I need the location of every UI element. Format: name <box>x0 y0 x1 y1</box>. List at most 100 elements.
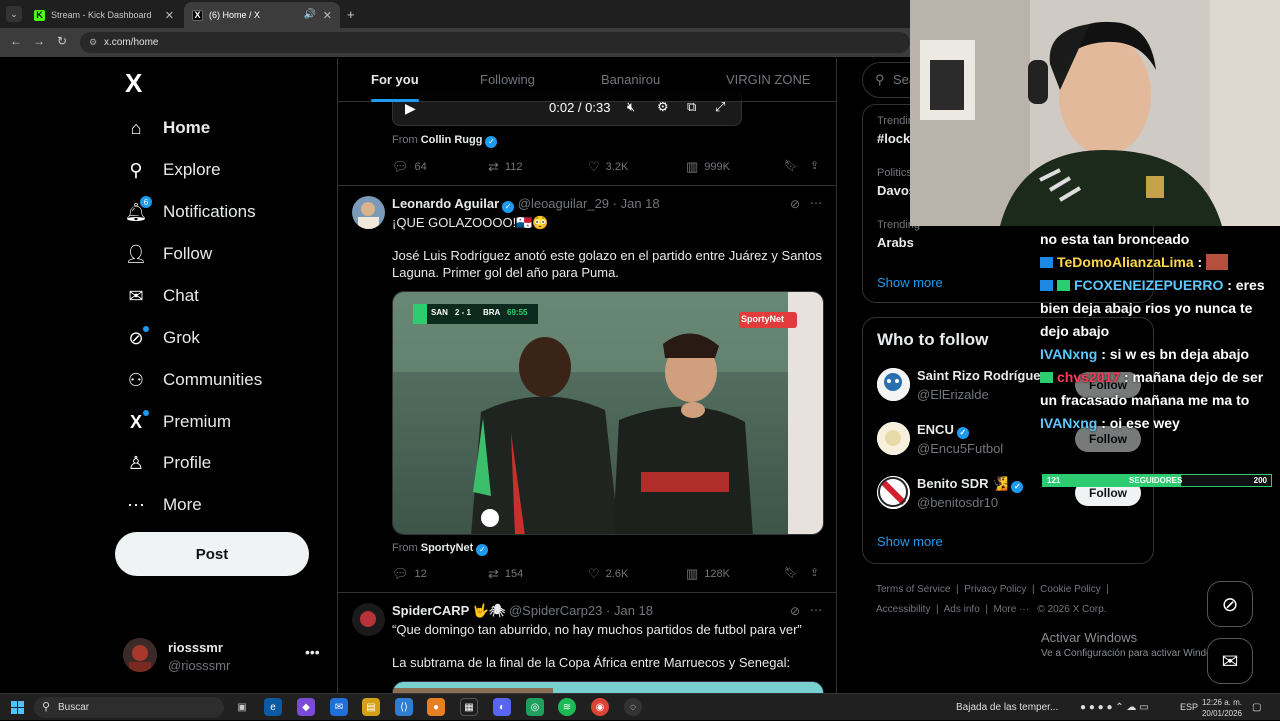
footer-link[interactable]: Privacy Policy <box>964 584 1026 595</box>
footer-link[interactable]: Cookie Policy <box>1040 584 1101 595</box>
tab-kick[interactable]: K Stream - Kick Dashboard ✕ <box>26 2 182 28</box>
author-handle[interactable]: @leoaguilar_29 <box>518 196 609 211</box>
views-button[interactable]: ▥ 128K <box>686 566 730 582</box>
app-icon[interactable]: ◎ <box>526 698 544 716</box>
new-tab-button[interactable]: + <box>347 7 355 22</box>
account-switcher[interactable]: riosssmr @riosssmr ••• <box>123 636 323 676</box>
tab-virgin-zone[interactable]: VIRGIN ZONE <box>726 58 811 102</box>
tweet-media[interactable] <box>392 681 824 693</box>
copilot-icon[interactable]: ◆ <box>297 698 315 716</box>
repost-button[interactable]: ⇄ 154 <box>488 566 523 582</box>
more-icon[interactable]: ••• <box>305 644 320 660</box>
taskbar-search-input[interactable]: ⚲ Buscar <box>34 697 224 718</box>
share-icon[interactable]: ⇪ <box>810 159 819 172</box>
repost-button[interactable]: ⇄ 112 <box>488 159 522 175</box>
footer-link[interactable]: Terms of Service <box>876 584 950 595</box>
speaker-icon[interactable]: 🔊 <box>304 9 316 20</box>
reply-button[interactable]: 💬︎ 64 <box>392 159 427 175</box>
messages-fab-icon[interactable]: ✉ <box>1207 638 1253 684</box>
avatar[interactable] <box>877 422 910 455</box>
like-button[interactable]: ♡ 2.6K <box>588 566 628 582</box>
play-icon[interactable]: ▶ <box>405 100 416 117</box>
url-input[interactable]: ⚙ x.com/home <box>80 32 910 53</box>
nav-chat[interactable]: ✉ Chat <box>125 281 198 311</box>
tweet-video[interactable]: SAN 2 - 1 BRA 69:55 SportyNet <box>392 291 824 535</box>
chrome-icon[interactable]: ◉ <box>591 698 609 716</box>
avatar[interactable] <box>877 476 910 509</box>
grok-fab-icon[interactable]: ⊘ <box>1207 581 1253 627</box>
edge-icon[interactable]: e <box>264 698 282 716</box>
tray-icons[interactable]: ● ● ● ● ⌃ ☁ ▭ <box>1080 694 1149 721</box>
footer-link[interactable]: More ··· <box>994 604 1030 615</box>
footer-link[interactable]: Accessibility <box>876 604 930 615</box>
source-link[interactable]: SportyNet <box>421 542 474 554</box>
show-more-link[interactable]: Show more <box>877 275 943 290</box>
discord-icon[interactable]: ◐ <box>493 698 511 716</box>
close-icon[interactable]: ✕ <box>165 9 174 22</box>
back-icon[interactable]: ← <box>10 34 22 48</box>
notification-center-icon[interactable]: ▢ <box>1252 694 1261 721</box>
suggestion-handle[interactable]: @Encu5Futbol <box>917 441 1003 456</box>
suggestion-name[interactable]: Benito SDR 🧏 ✓ <box>917 476 1024 493</box>
tab-x-home[interactable]: X (6) Home / X 🔊 ✕ <box>184 2 340 28</box>
vscode-icon[interactable]: ⟨⟩ <box>395 698 413 716</box>
post-button[interactable]: Post <box>115 532 309 576</box>
nav-communities[interactable]: ⚇ Communities <box>125 365 262 395</box>
clock[interactable]: 12:26 a. m. 20/01/2026 <box>1200 697 1244 719</box>
avatar[interactable] <box>352 196 385 229</box>
nav-notifications[interactable]: 🔔︎ 6 Notifications <box>125 196 256 227</box>
suggestion-name[interactable]: Saint Rizo Rodríguez <box>917 368 1047 383</box>
bookmark-icon[interactable]: 🔖︎ <box>784 159 798 172</box>
tab-for-you[interactable]: For you <box>371 58 419 102</box>
nav-more[interactable]: ⋯ More <box>125 490 202 520</box>
bookmark-icon[interactable]: 🔖︎ <box>784 566 798 579</box>
x-logo-icon[interactable]: X <box>125 68 142 99</box>
mail-app-icon[interactable]: ✉ <box>330 698 348 716</box>
nav-follow[interactable]: 👤︎ Follow <box>125 239 213 269</box>
app-icon[interactable]: ● <box>427 698 445 716</box>
nav-home[interactable]: ⌂ Home <box>125 113 211 143</box>
reply-button[interactable]: 💬︎ 12 <box>392 566 427 582</box>
tab-search-button[interactable]: ⌄ <box>6 6 22 22</box>
obs-icon[interactable]: ◌ <box>624 698 642 716</box>
windows-start-icon[interactable] <box>11 701 24 714</box>
source-link[interactable]: Collin Rugg <box>421 134 483 146</box>
task-view-icon[interactable]: ▣ <box>233 698 251 716</box>
app-icon[interactable]: ▦ <box>460 698 478 716</box>
trend-item[interactable]: Arabs <box>877 235 914 250</box>
more-icon[interactable]: ⋯ <box>810 196 822 210</box>
author-name[interactable]: Leonardo Aguilar <box>392 196 499 211</box>
tab-bananirou[interactable]: Bananirou <box>601 58 660 102</box>
nav-premium[interactable]: X Premium <box>125 407 231 437</box>
tweet-date[interactable]: · Jan 18 <box>613 196 660 211</box>
close-icon[interactable]: ✕ <box>323 9 332 22</box>
suggestion-name[interactable]: ENCU ✓ <box>917 422 969 439</box>
file-explorer-icon[interactable]: ▤ <box>362 698 380 716</box>
forward-icon[interactable]: → <box>33 34 45 48</box>
reload-icon[interactable]: ↻ <box>57 34 67 48</box>
author-handle[interactable]: @SpiderCarp23 <box>509 603 602 618</box>
footer-link[interactable]: Ads info <box>944 604 980 615</box>
suggestion-handle[interactable]: @ElErizalde <box>917 387 989 402</box>
spotify-icon[interactable]: ≋ <box>558 698 576 716</box>
share-icon[interactable]: ⇪ <box>810 566 819 579</box>
more-icon[interactable]: ⋯ <box>810 603 822 617</box>
show-more-link[interactable]: Show more <box>877 534 943 549</box>
tab-following[interactable]: Following <box>480 58 535 102</box>
input-language[interactable]: ESP <box>1180 694 1198 721</box>
weather-widget[interactable]: Bajada de las temper... <box>956 694 1058 721</box>
site-info-icon[interactable]: ⚙ <box>89 32 97 53</box>
trend-item[interactable]: #lock <box>877 131 910 146</box>
grok-icon[interactable]: ⊘ <box>790 604 800 618</box>
suggestion-handle[interactable]: @benitosdr10 <box>917 495 998 510</box>
nav-explore[interactable]: ⚲ Explore <box>125 155 220 185</box>
tweet-date[interactable]: · Jan 18 <box>606 603 653 618</box>
author-name[interactable]: SpiderCARP 🤟🕷 <box>392 603 505 618</box>
like-button[interactable]: ♡ 3.2K <box>588 159 628 175</box>
avatar[interactable] <box>877 368 910 401</box>
nav-grok[interactable]: ⊘ Grok <box>125 323 200 353</box>
nav-profile[interactable]: ♙ Profile <box>125 448 211 478</box>
views-button[interactable]: ▥ 999K <box>686 159 730 175</box>
grok-icon[interactable]: ⊘ <box>790 197 800 211</box>
avatar[interactable] <box>352 603 385 636</box>
